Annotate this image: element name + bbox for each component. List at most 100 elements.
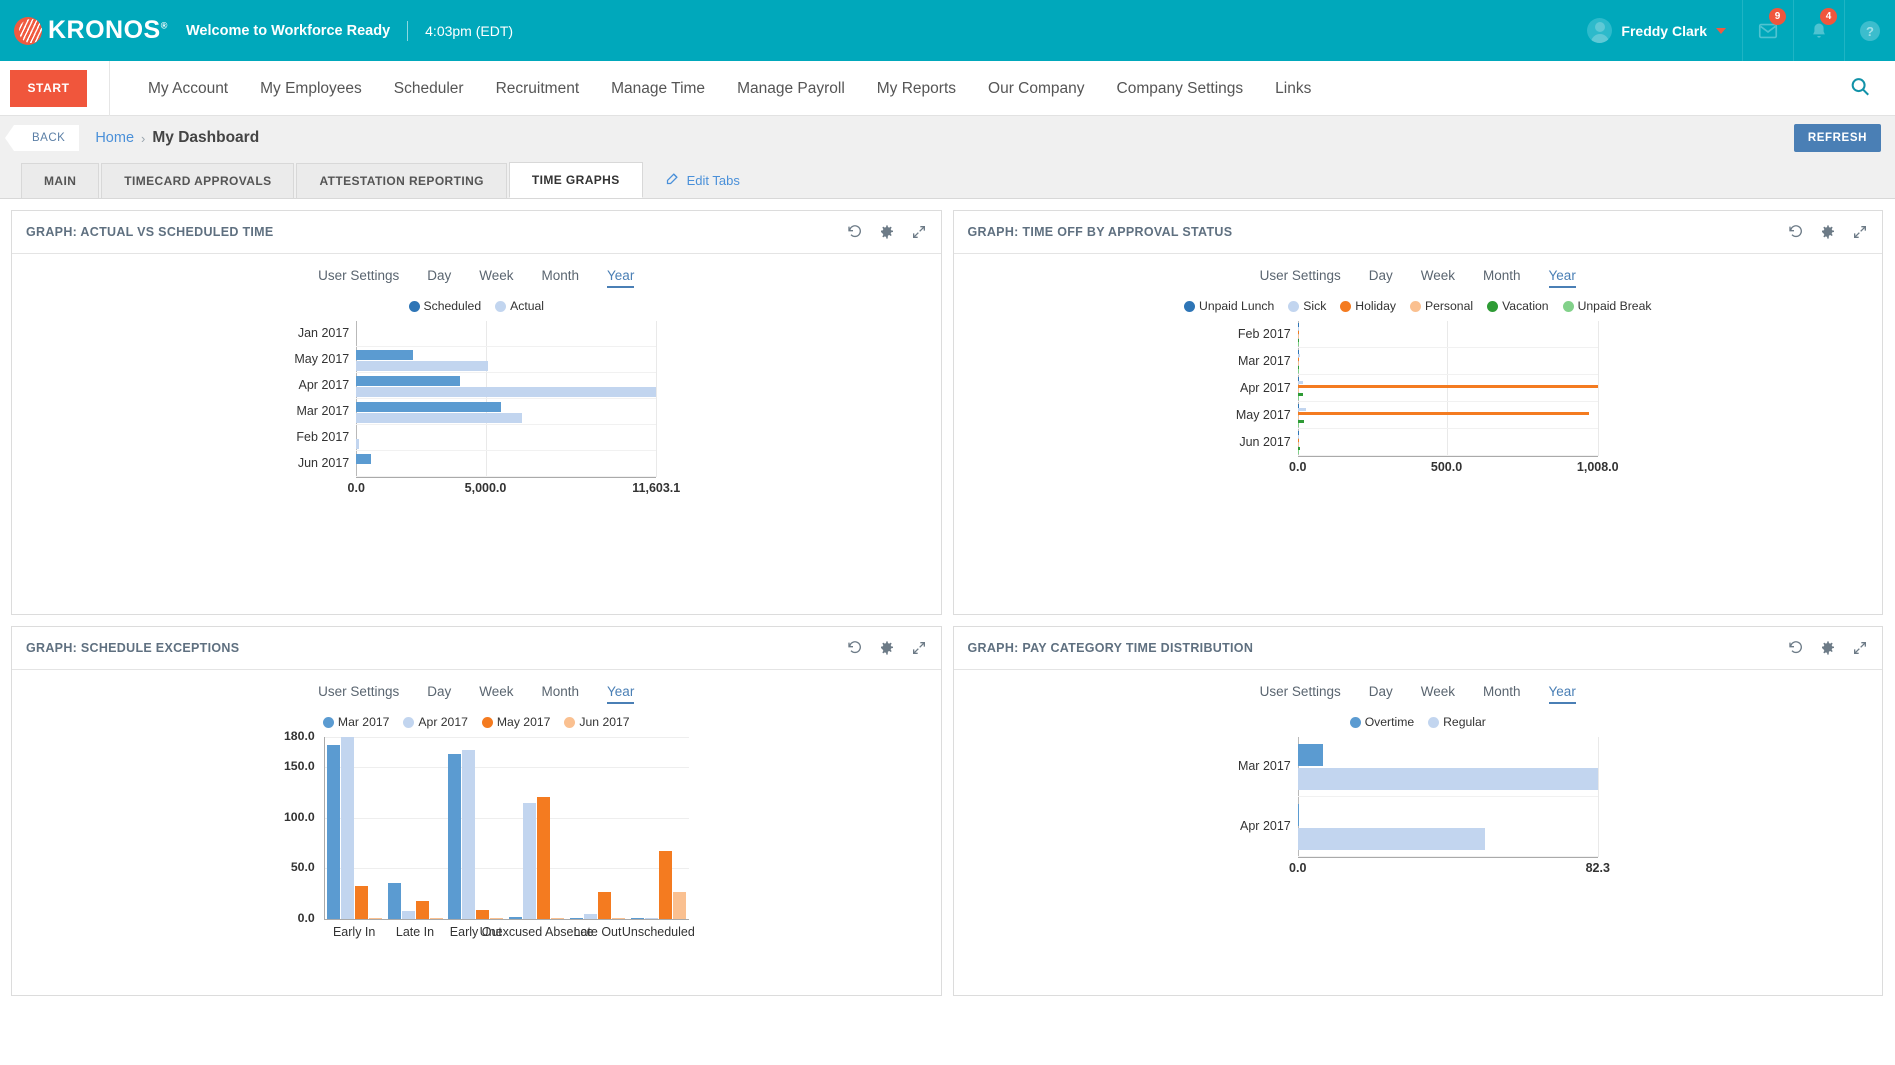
reload-icon[interactable]	[847, 640, 863, 656]
gear-icon[interactable]	[1820, 224, 1836, 240]
bar[interactable]	[1298, 381, 1303, 384]
period-week[interactable]: Week	[1421, 684, 1455, 704]
expand-icon[interactable]	[1852, 224, 1868, 240]
chevron-down-icon[interactable]	[1716, 28, 1726, 34]
bar[interactable]	[476, 910, 489, 919]
bar[interactable]	[1298, 335, 1300, 338]
nav-item-links[interactable]: Links	[1259, 61, 1327, 116]
legend-item-overtime[interactable]: Overtime	[1350, 715, 1414, 729]
gear-icon[interactable]	[879, 640, 895, 656]
kronos-logo[interactable]: KRONOS®	[0, 16, 170, 45]
bar[interactable]	[1298, 350, 1300, 353]
bar[interactable]	[1298, 327, 1300, 330]
bar[interactable]	[1298, 339, 1300, 342]
bar[interactable]	[537, 797, 550, 919]
bar[interactable]	[1298, 385, 1598, 388]
nav-item-company-settings[interactable]: Company Settings	[1101, 61, 1260, 116]
period-day[interactable]: Day	[427, 268, 451, 288]
legend-item-mar-2017[interactable]: Mar 2017	[323, 715, 390, 729]
user-menu[interactable]: Freddy Clark	[1587, 0, 1742, 61]
bar[interactable]	[1298, 423, 1300, 426]
bar[interactable]	[645, 918, 658, 920]
bar[interactable]	[356, 454, 370, 464]
bar[interactable]	[490, 918, 503, 920]
bar[interactable]	[1298, 443, 1300, 446]
period-month[interactable]: Month	[1483, 268, 1521, 288]
bar[interactable]	[1298, 323, 1300, 326]
legend-item-vacation[interactable]: Vacation	[1487, 299, 1549, 313]
gear-icon[interactable]	[879, 224, 895, 240]
period-day[interactable]: Day	[1369, 684, 1393, 704]
nav-item-my-employees[interactable]: My Employees	[244, 61, 378, 116]
help-button[interactable]: ?	[1844, 0, 1895, 61]
nav-item-my-reports[interactable]: My Reports	[861, 61, 972, 116]
bar[interactable]	[1298, 354, 1300, 357]
period-month[interactable]: Month	[542, 684, 580, 704]
bar[interactable]	[584, 914, 597, 919]
legend-item-scheduled[interactable]: Scheduled	[409, 299, 482, 313]
breadcrumb-home-link[interactable]: Home	[95, 130, 134, 146]
bar[interactable]	[1298, 447, 1301, 450]
bar[interactable]	[598, 892, 611, 919]
bar[interactable]	[1298, 416, 1300, 419]
edit-tabs-button[interactable]: Edit Tabs	[665, 171, 740, 189]
bar[interactable]	[430, 918, 443, 920]
bar[interactable]	[1298, 377, 1300, 380]
bar[interactable]	[1298, 404, 1300, 407]
legend-item-apr-2017[interactable]: Apr 2017	[403, 715, 467, 729]
bar[interactable]	[341, 737, 354, 919]
bar[interactable]	[631, 918, 644, 920]
legend-item-jun-2017[interactable]: Jun 2017	[564, 715, 629, 729]
reload-icon[interactable]	[847, 224, 863, 240]
bar[interactable]	[356, 361, 488, 371]
tab-attestation-reporting[interactable]: ATTESTATION REPORTING	[296, 163, 506, 198]
bar[interactable]	[356, 402, 501, 412]
legend-item-may-2017[interactable]: May 2017	[482, 715, 551, 729]
bar[interactable]	[523, 803, 536, 919]
expand-icon[interactable]	[911, 640, 927, 656]
bar[interactable]	[416, 901, 429, 919]
bar[interactable]	[356, 439, 359, 449]
bar[interactable]	[462, 750, 475, 919]
bar[interactable]	[1298, 358, 1300, 361]
bar[interactable]	[551, 918, 564, 920]
legend-item-regular[interactable]: Regular	[1428, 715, 1486, 729]
bar[interactable]	[1298, 393, 1303, 396]
legend-item-unpaid-break[interactable]: Unpaid Break	[1563, 299, 1652, 313]
bar[interactable]	[402, 911, 415, 919]
bar[interactable]	[1298, 768, 1598, 790]
bar[interactable]	[1298, 369, 1300, 372]
period-week[interactable]: Week	[1421, 268, 1455, 288]
bar[interactable]	[1298, 412, 1590, 415]
bar[interactable]	[1298, 828, 1486, 850]
period-year[interactable]: Year	[607, 268, 634, 288]
back-button[interactable]: BACK	[14, 125, 79, 151]
bar[interactable]	[1298, 744, 1323, 766]
period-year[interactable]: Year	[607, 684, 634, 704]
bar[interactable]	[327, 745, 340, 919]
chart-canvas-pay-category[interactable]: Mar 2017Apr 20170.082.3	[954, 737, 1883, 881]
bar[interactable]	[1298, 439, 1300, 442]
period-user-settings[interactable]: User Settings	[318, 684, 399, 704]
legend-item-unpaid-lunch[interactable]: Unpaid Lunch	[1184, 299, 1274, 313]
bar[interactable]	[355, 886, 368, 919]
refresh-button[interactable]: REFRESH	[1794, 124, 1881, 152]
nav-item-manage-payroll[interactable]: Manage Payroll	[721, 61, 861, 116]
bar[interactable]	[1298, 804, 1300, 826]
expand-icon[interactable]	[1852, 640, 1868, 656]
chart-canvas-actual-vs-scheduled[interactable]: Jan 2017May 2017Apr 2017Mar 2017Feb 2017…	[12, 321, 941, 501]
bar[interactable]	[448, 754, 461, 919]
bar[interactable]	[1298, 435, 1300, 438]
bar[interactable]	[1298, 408, 1306, 411]
period-user-settings[interactable]: User Settings	[1260, 268, 1341, 288]
period-day[interactable]: Day	[1369, 268, 1393, 288]
start-button[interactable]: START	[10, 70, 87, 107]
bar[interactable]	[369, 918, 382, 920]
nav-item-scheduler[interactable]: Scheduler	[378, 61, 480, 116]
tab-timecard-approvals[interactable]: TIMECARD APPROVALS	[101, 163, 294, 198]
bar[interactable]	[1298, 342, 1300, 345]
bar[interactable]	[356, 350, 413, 360]
bar[interactable]	[659, 851, 672, 919]
legend-item-personal[interactable]: Personal	[1410, 299, 1473, 313]
tab-main[interactable]: MAIN	[21, 163, 99, 198]
